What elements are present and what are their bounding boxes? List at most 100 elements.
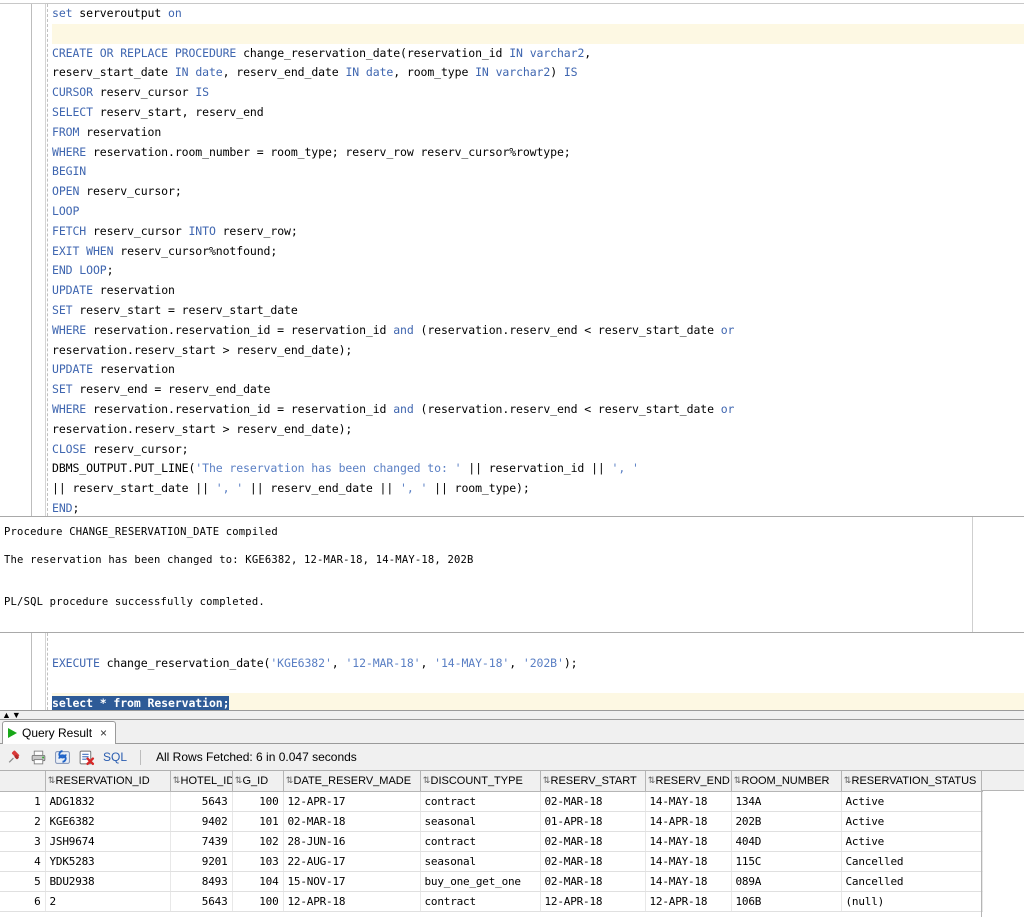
code-line[interactable]: WHERE reservation.room_number = room_typ…: [52, 143, 1024, 163]
cell-reservation_status[interactable]: Cancelled: [841, 851, 982, 871]
table-row[interactable]: 5BDU2938849310415-NOV-17buy_one_get_one0…: [0, 871, 982, 891]
column-header-reserv_start[interactable]: ⇅RESERV_START: [540, 771, 645, 791]
cell-hotel_id[interactable]: 5643: [170, 791, 232, 811]
cell-room_number[interactable]: 404D: [731, 831, 841, 851]
cell-room_number[interactable]: 134A: [731, 791, 841, 811]
tab-close-icon[interactable]: ×: [97, 726, 107, 740]
code-line[interactable]: [52, 24, 1024, 44]
cell-reservation_status[interactable]: Active: [841, 811, 982, 831]
splitter-collapse-arrows-icon[interactable]: ▲▼: [2, 711, 22, 720]
pin-icon[interactable]: [6, 749, 23, 766]
code-line[interactable]: OPEN reserv_cursor;: [52, 182, 1024, 202]
cell-hotel_id[interactable]: 5643: [170, 891, 232, 911]
code-line[interactable]: FROM reservation: [52, 123, 1024, 143]
panel-splitter[interactable]: ▲▼: [0, 710, 1024, 720]
cell-reservation_id[interactable]: 2: [45, 891, 170, 911]
column-header-discount_type[interactable]: ⇅DISCOUNT_TYPE: [420, 771, 540, 791]
code-line[interactable]: BEGIN: [52, 162, 1024, 182]
cell-room_number[interactable]: 115C: [731, 851, 841, 871]
code-line[interactable]: LOOP: [52, 202, 1024, 222]
cell-g_id[interactable]: 101: [232, 811, 283, 831]
row-number-cell[interactable]: 5: [0, 871, 45, 891]
print-icon[interactable]: [30, 749, 47, 766]
cell-reservation_id[interactable]: JSH9674: [45, 831, 170, 851]
cell-reserv_start[interactable]: 02-MAR-18: [540, 791, 645, 811]
code-line[interactable]: CLOSE reserv_cursor;: [52, 440, 1024, 460]
column-header-room_number[interactable]: ⇅ROOM_NUMBER: [731, 771, 841, 791]
cell-reserv_start[interactable]: 12-APR-18: [540, 891, 645, 911]
refresh-icon[interactable]: [54, 749, 71, 766]
cell-discount_type[interactable]: contract: [420, 791, 540, 811]
lower-worksheet-code-area[interactable]: EXECUTE change_reservation_date('KGE6382…: [47, 633, 1024, 710]
code-line[interactable]: set serveroutput on: [52, 4, 1024, 24]
code-line[interactable]: END LOOP;: [52, 261, 1024, 281]
execute-statement-line[interactable]: EXECUTE change_reservation_date('KGE6382…: [52, 653, 1024, 673]
row-number-cell[interactable]: 2: [0, 811, 45, 831]
cell-reservation_id[interactable]: YDK5283: [45, 851, 170, 871]
cell-reserv_end[interactable]: 14-MAY-18: [645, 791, 731, 811]
column-header-g_id[interactable]: ⇅G_ID: [232, 771, 283, 791]
column-header-hotel_id[interactable]: ⇅HOTEL_ID: [170, 771, 232, 791]
column-header-date_reserv_made[interactable]: ⇅DATE_RESERV_MADE: [283, 771, 420, 791]
cell-reserv_end[interactable]: 14-MAY-18: [645, 871, 731, 891]
cell-reservation_status[interactable]: Active: [841, 791, 982, 811]
result-table[interactable]: ⇅RESERVATION_ID⇅HOTEL_ID⇅G_ID⇅DATE_RESER…: [0, 771, 983, 912]
code-line[interactable]: reservation.reserv_start > reserv_end_da…: [52, 341, 1024, 361]
table-row[interactable]: 2KGE6382940210102-MAR-18seasonal01-APR-1…: [0, 811, 982, 831]
cell-hotel_id[interactable]: 9402: [170, 811, 232, 831]
selected-statement-text[interactable]: select * from Reservation;: [52, 696, 229, 710]
cell-hotel_id[interactable]: 9201: [170, 851, 232, 871]
table-row[interactable]: 4YDK5283920110322-AUG-17seasonal02-MAR-1…: [0, 851, 982, 871]
column-header-reservation_id[interactable]: ⇅RESERVATION_ID: [45, 771, 170, 791]
cell-g_id[interactable]: 102: [232, 831, 283, 851]
cell-date_reserv_made[interactable]: 22-AUG-17: [283, 851, 420, 871]
code-line[interactable]: SELECT reserv_start, reserv_end: [52, 103, 1024, 123]
cell-reserv_start[interactable]: 02-MAR-18: [540, 871, 645, 891]
table-row[interactable]: 62564310012-APR-18contract12-APR-1812-AP…: [0, 891, 982, 911]
cell-room_number[interactable]: 106B: [731, 891, 841, 911]
code-line[interactable]: CREATE OR REPLACE PROCEDURE change_reser…: [52, 44, 1024, 64]
code-line[interactable]: WHERE reservation.reservation_id = reser…: [52, 400, 1024, 420]
cell-date_reserv_made[interactable]: 15-NOV-17: [283, 871, 420, 891]
cell-room_number[interactable]: 202B: [731, 811, 841, 831]
cell-room_number[interactable]: 089A: [731, 871, 841, 891]
column-sort-icon[interactable]: ⇅: [48, 775, 56, 786]
cell-date_reserv_made[interactable]: 28-JUN-16: [283, 831, 420, 851]
code-line[interactable]: UPDATE reservation: [52, 281, 1024, 301]
query-result-grid[interactable]: ⇅RESERVATION_ID⇅HOTEL_ID⇅G_ID⇅DATE_RESER…: [0, 771, 1024, 917]
column-sort-icon[interactable]: ⇅: [734, 775, 742, 786]
row-number-cell[interactable]: 4: [0, 851, 45, 871]
cell-reserv_end[interactable]: 14-APR-18: [645, 811, 731, 831]
code-line[interactable]: SET reserv_start = reserv_start_date: [52, 301, 1024, 321]
cell-hotel_id[interactable]: 8493: [170, 871, 232, 891]
column-header-reserv_end[interactable]: ⇅RESERV_END: [645, 771, 731, 791]
column-sort-icon[interactable]: ⇅: [173, 775, 181, 786]
tab-query-result[interactable]: Query Result ×: [2, 721, 116, 744]
code-line[interactable]: UPDATE reservation: [52, 360, 1024, 380]
code-line[interactable]: DBMS_OUTPUT.PUT_LINE('The reservation ha…: [52, 459, 1024, 479]
code-line[interactable]: reservation.reserv_start > reserv_end_da…: [52, 420, 1024, 440]
cell-reservation_id[interactable]: BDU2938: [45, 871, 170, 891]
cell-reservation_id[interactable]: KGE6382: [45, 811, 170, 831]
cell-discount_type[interactable]: buy_one_get_one: [420, 871, 540, 891]
cell-g_id[interactable]: 100: [232, 891, 283, 911]
code-line[interactable]: FETCH reserv_cursor INTO reserv_row;: [52, 222, 1024, 242]
code-line[interactable]: WHERE reservation.reservation_id = reser…: [52, 321, 1024, 341]
cell-reserv_start[interactable]: 02-MAR-18: [540, 831, 645, 851]
sql-label[interactable]: SQL: [103, 750, 127, 764]
cell-g_id[interactable]: 103: [232, 851, 283, 871]
cell-hotel_id[interactable]: 7439: [170, 831, 232, 851]
column-header-reservation_status[interactable]: ⇅RESERVATION_STATUS: [841, 771, 982, 791]
column-sort-icon[interactable]: ⇅: [423, 775, 431, 786]
cell-discount_type[interactable]: contract: [420, 831, 540, 851]
cell-reservation_status[interactable]: Cancelled: [841, 871, 982, 891]
code-line[interactable]: SET reserv_end = reserv_end_date: [52, 380, 1024, 400]
cell-reserv_start[interactable]: 02-MAR-18: [540, 851, 645, 871]
cell-reserv_end[interactable]: 14-MAY-18: [645, 831, 731, 851]
column-sort-icon[interactable]: ⇅: [543, 775, 551, 786]
cell-date_reserv_made[interactable]: 02-MAR-18: [283, 811, 420, 831]
code-line[interactable]: CURSOR reserv_cursor IS: [52, 83, 1024, 103]
code-line[interactable]: || reserv_start_date || ', ' || reserv_e…: [52, 479, 1024, 499]
editor-code-area[interactable]: set serveroutput on CREATE OR REPLACE PR…: [47, 4, 1024, 516]
cell-g_id[interactable]: 104: [232, 871, 283, 891]
